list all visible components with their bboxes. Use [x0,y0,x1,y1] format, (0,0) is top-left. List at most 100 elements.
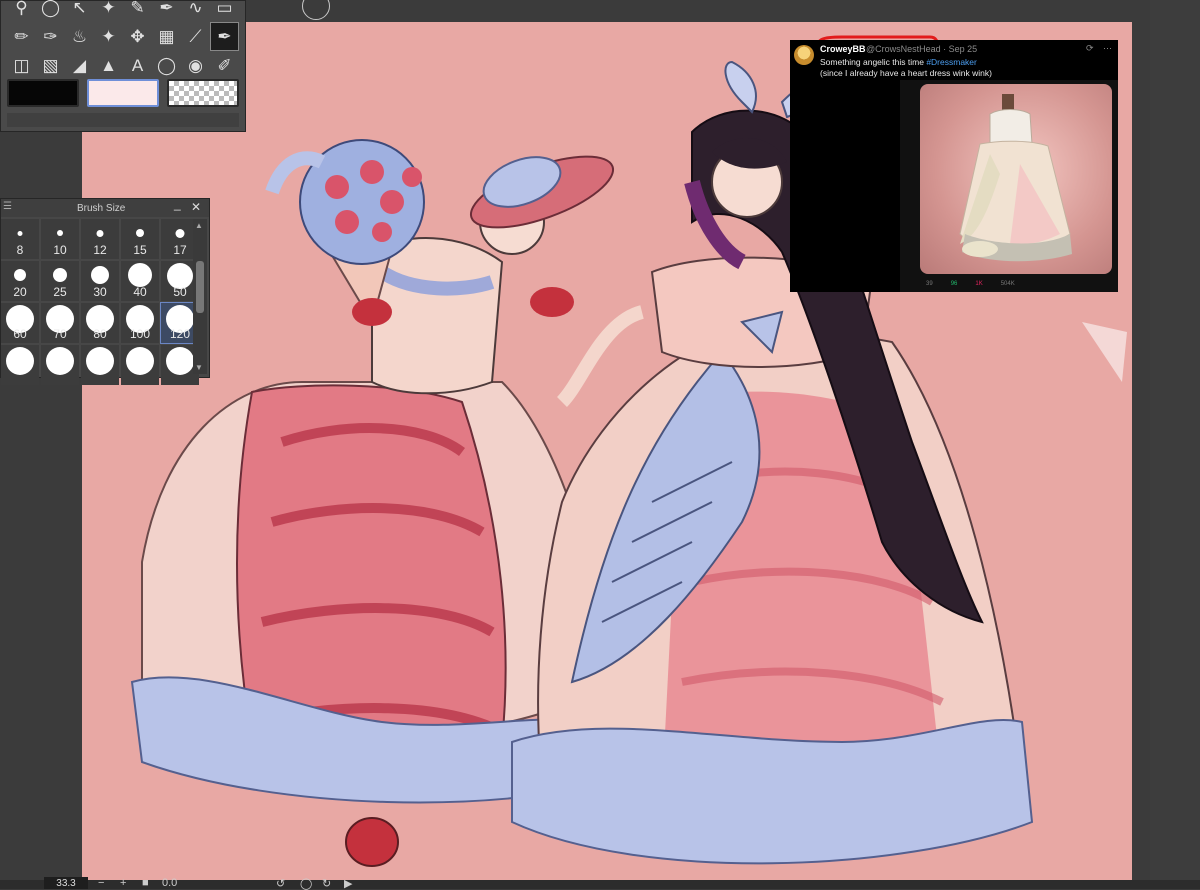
brush-size-label: 100 [129,327,151,341]
like-count[interactable]: 1K [975,281,982,287]
brush-preview-dot [126,347,154,375]
text-icon[interactable]: A [123,51,152,80]
brush-preview-dot [136,229,144,237]
flip-icon[interactable]: ▶ [344,877,352,890]
brush-size-cell[interactable]: 10 [41,219,79,259]
fill-bucket-icon[interactable]: ▲ [94,51,123,80]
rotation-value[interactable]: 0.0 [162,877,177,889]
tweet-text-prefix: Something angelic this time [820,57,927,67]
scroll-thumb[interactable] [196,261,204,313]
hashtag-link[interactable]: #Dressmaker [926,57,977,67]
sparkle-icon[interactable]: ✦ [94,22,123,51]
tweet-card[interactable]: CroweyBB @CrowsNestHead · Sep 25 ⟳ ⋯ Som… [790,40,1118,292]
brush-size-cell[interactable]: 20 [1,261,39,301]
status-bar: 33.3 − + ■ 0.0 ↺ ◯ ↻ ▶ [0,877,1200,890]
gradient-icon[interactable]: ▧ [36,51,65,80]
workspace-right-area [1150,0,1200,880]
move-layer-icon[interactable]: ↖ [65,0,94,22]
brush-size-cell[interactable]: 100 [121,303,159,343]
tweet-author-name[interactable]: CroweyBB [820,44,866,54]
avatar[interactable] [794,45,814,65]
brush-preview-dot [175,228,185,238]
tool-grid: ⚲ ◯ ↖ ✦ ✎ ✒ ∿ ▭ ✏ ✑ ♨ ✦ ✥ ▦ ⟋ ✒ ◫ ▧ ◢ ▲ … [7,0,239,80]
pencil-icon[interactable]: ✏ [7,22,36,51]
brush-size-cell[interactable] [41,345,79,385]
zoom-in-button[interactable]: + [120,877,126,889]
scroll-down-icon[interactable]: ▼ [195,363,203,372]
brush-preview-dot [6,347,34,375]
marker-icon[interactable]: ✑ [36,22,65,51]
move-icon[interactable]: ✥ [123,22,152,51]
brush-size-grid: 8 10 12 15 17 20 25 30 40 50 60 70 80 100 120 [1,219,200,385]
brush-preview-dot [86,347,114,375]
brush-panel-header[interactable]: ☰ Brush Size _ ✕ [1,197,209,217]
right-figure-lace-hem [511,718,1034,865]
transparent-color-swatch[interactable] [167,79,239,107]
blend-icon[interactable]: ◉ [181,51,210,80]
brush-preview-dot [14,269,26,281]
brush-preview-dot [46,347,74,375]
brush-size-label: 80 [93,327,107,341]
view-count[interactable]: 504K [1001,281,1015,287]
panel-menu-icon[interactable]: ☰ [3,201,12,212]
sub-color-swatch[interactable] [87,79,159,107]
brush-size-cell[interactable]: 40 [121,261,159,301]
brush-size-cell[interactable] [1,345,39,385]
brush-size-cell[interactable]: 12 [81,219,119,259]
brush-size-cell[interactable]: 30 [81,261,119,301]
close-icon[interactable]: ✕ [191,200,201,214]
minimize-icon[interactable]: _ [174,197,181,211]
brush-panel-scrollbar[interactable]: ▲ ▼ [193,219,207,374]
pen-icon[interactable]: ✒ [152,0,181,22]
tweet-header: CroweyBB @CrowsNestHead · Sep 25 ⟳ ⋯ Som… [790,40,1118,82]
more-options-icon[interactable]: ⋯ [1103,43,1112,54]
pen-nib-icon[interactable]: ✒ [210,22,239,51]
fit-icon[interactable]: ■ [142,877,149,889]
brush-panel-title: Brush Size [77,202,126,214]
line-icon[interactable]: ⟋ [181,22,210,51]
retweet-count[interactable]: 96 [951,281,958,287]
fill-triangle-icon[interactable]: ◢ [65,51,94,80]
tweet-text-line2: (since I already have a heart dress wink… [820,68,992,78]
brush-size-label: 25 [53,285,67,299]
palette-footer [7,113,239,127]
rotate-left-icon[interactable]: ↺ [276,877,285,890]
brush-preview-dot [17,230,23,236]
tweet-author-handle[interactable]: @CrowsNestHead · Sep 25 [866,44,977,54]
paint-brush-icon[interactable]: ✐ [210,51,239,80]
zoom-out-button[interactable]: − [98,877,104,889]
brush-size-cell[interactable]: 60 [1,303,39,343]
rotate-right-icon[interactable]: ↻ [322,877,331,890]
scroll-up-icon[interactable]: ▲ [195,221,203,230]
brush-size-label: 70 [53,327,67,341]
tweet-text-line1: Something angelic this time #Dressmaker [820,57,977,67]
brush-preview-dot [96,229,104,237]
brush-size-cell[interactable]: 25 [41,261,79,301]
brush-size-cell[interactable]: 80 [81,303,119,343]
dress-photo [959,94,1072,262]
frame-icon[interactable]: ◫ [7,51,36,80]
main-color-swatch[interactable] [7,79,79,107]
left-figure-shoe [345,817,399,867]
transform-icon[interactable]: ▦ [152,22,181,51]
eyedropper-icon[interactable]: ✎ [123,0,152,22]
reset-view-icon[interactable]: ◯ [300,877,312,890]
lasso-select-icon[interactable]: ◯ [36,0,65,22]
eraser-icon[interactable]: ▭ [210,0,239,22]
brush-size-label: 20 [13,285,27,299]
zoom-icon[interactable]: ⚲ [7,0,36,22]
brush-size-cell[interactable]: 15 [121,219,159,259]
brush-size-cell[interactable] [121,345,159,385]
airbrush-icon[interactable]: ♨ [65,22,94,51]
brush-preview-dot [166,347,194,375]
reply-count[interactable]: 39 [926,281,933,287]
brush-size-cell[interactable]: 8 [1,219,39,259]
brush-size-cell[interactable] [81,345,119,385]
grok-icon[interactable]: ⟳ [1086,43,1094,54]
zoom-value[interactable]: 33.3 [44,877,88,889]
tweet-image[interactable] [920,84,1112,274]
brush-icon[interactable]: ∿ [181,0,210,22]
balloon-icon[interactable]: ◯ [152,51,181,80]
magic-wand-icon[interactable]: ✦ [94,0,123,22]
brush-size-cell[interactable]: 70 [41,303,79,343]
